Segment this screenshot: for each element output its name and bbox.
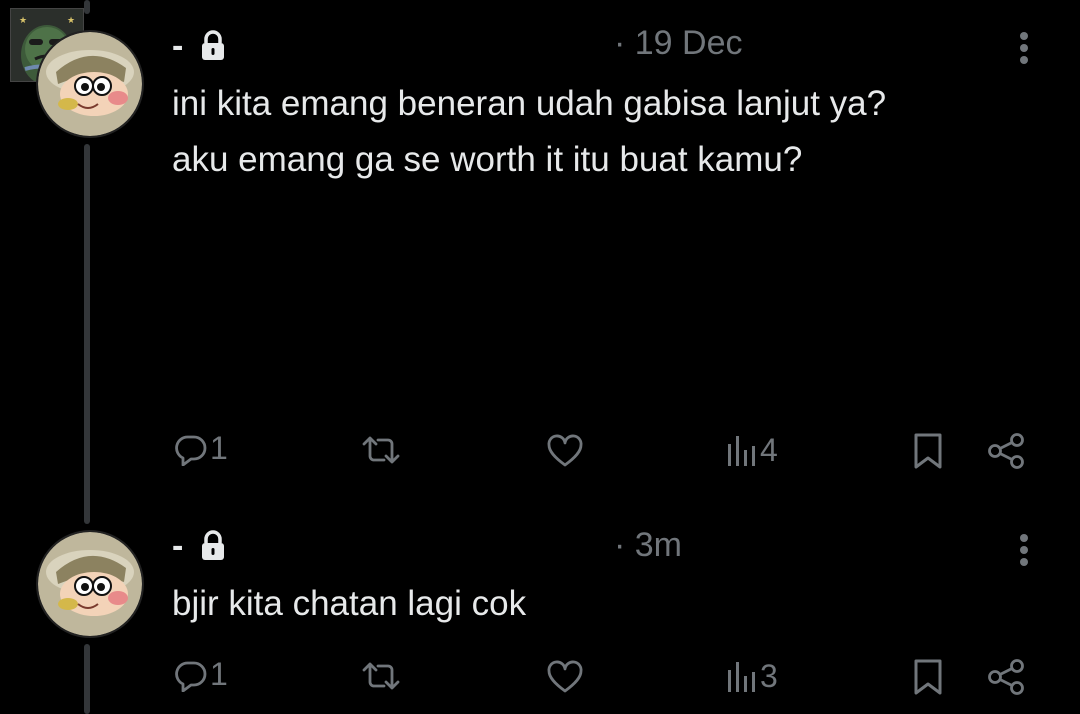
share-icon — [988, 433, 1024, 469]
lock-icon — [199, 530, 227, 562]
heart-icon — [547, 434, 583, 467]
reply-count: 1 — [210, 430, 228, 466]
views-count: 4 — [760, 432, 778, 468]
more-vertical-icon[interactable] — [1014, 530, 1034, 570]
reply-icon — [175, 661, 207, 692]
views-icon — [728, 661, 755, 692]
tweet-actions: 1 4 — [0, 430, 1080, 474]
bookmark-button[interactable] — [912, 432, 944, 470]
avatar[interactable] — [36, 30, 144, 138]
retweet-icon — [362, 662, 400, 690]
bookmark-icon — [914, 433, 942, 469]
lock-icon — [199, 30, 227, 62]
author-name[interactable]: - — [172, 529, 183, 563]
like-button[interactable] — [546, 660, 584, 694]
share-icon — [988, 659, 1024, 695]
tweet-actions: 1 3 — [0, 656, 1080, 700]
tweet-text: bjir kita chatan lagi cok — [172, 584, 527, 623]
tweet-header: - — [172, 526, 227, 566]
svg-text:★: ★ — [19, 16, 27, 26]
retweet-button[interactable] — [360, 660, 402, 692]
views-button[interactable]: 4 — [726, 432, 778, 469]
more-vertical-icon[interactable] — [1014, 28, 1034, 68]
share-button[interactable] — [986, 658, 1026, 696]
retweet-icon — [362, 436, 400, 464]
tweet-header: - — [172, 26, 227, 66]
timestamp[interactable]: · 19 Dec — [614, 24, 743, 63]
tweet-text: ini kita emang beneran udah gabisa lanju… — [172, 84, 887, 179]
reply-icon — [175, 435, 207, 466]
reply-button[interactable]: 1 — [174, 656, 228, 693]
thread-line — [84, 0, 90, 14]
bookmark-icon — [914, 659, 942, 695]
timestamp[interactable]: · 3m — [614, 526, 682, 565]
like-button[interactable] — [546, 434, 584, 468]
views-count: 3 — [760, 658, 778, 694]
author-name[interactable]: - — [172, 29, 183, 63]
views-icon — [728, 435, 755, 466]
retweet-button[interactable] — [360, 434, 402, 466]
reply-count: 1 — [210, 656, 228, 692]
bookmark-button[interactable] — [912, 658, 944, 696]
views-button[interactable]: 3 — [726, 658, 778, 695]
heart-icon — [547, 660, 583, 693]
avatar[interactable] — [36, 530, 144, 638]
reply-button[interactable]: 1 — [174, 430, 228, 467]
svg-text:★: ★ — [67, 16, 75, 26]
share-button[interactable] — [986, 432, 1026, 470]
